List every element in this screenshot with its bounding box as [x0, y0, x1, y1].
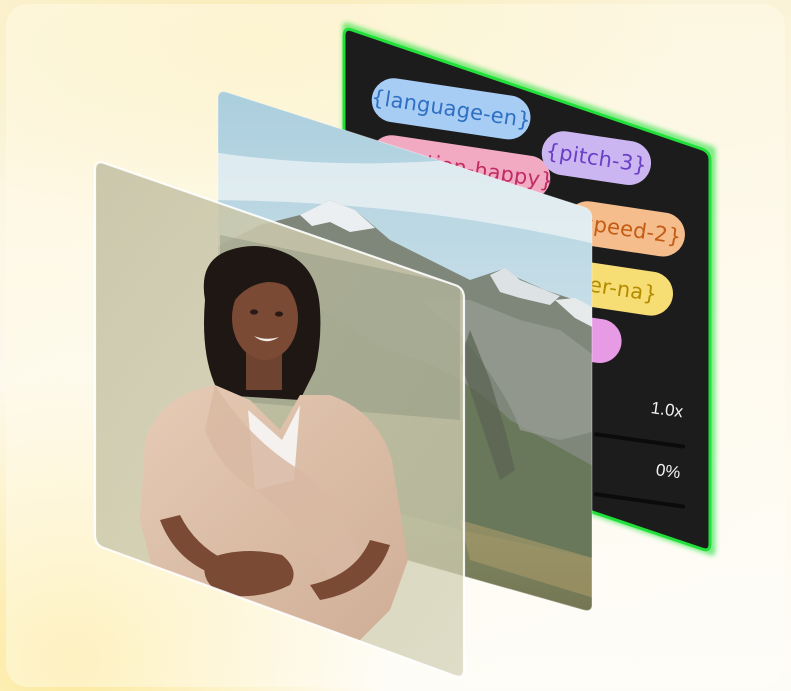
- volume-value: 0%: [654, 460, 682, 483]
- speed-slider-track[interactable]: [593, 432, 686, 449]
- volume-slider-track[interactable]: [593, 492, 686, 509]
- hero-illustration: {language-en} {emotion-happy} {pitch-3} …: [0, 0, 791, 691]
- speed-value: 1.0x: [649, 398, 685, 422]
- panel-controls: 1.0x 0%: [0, 0, 791, 691]
